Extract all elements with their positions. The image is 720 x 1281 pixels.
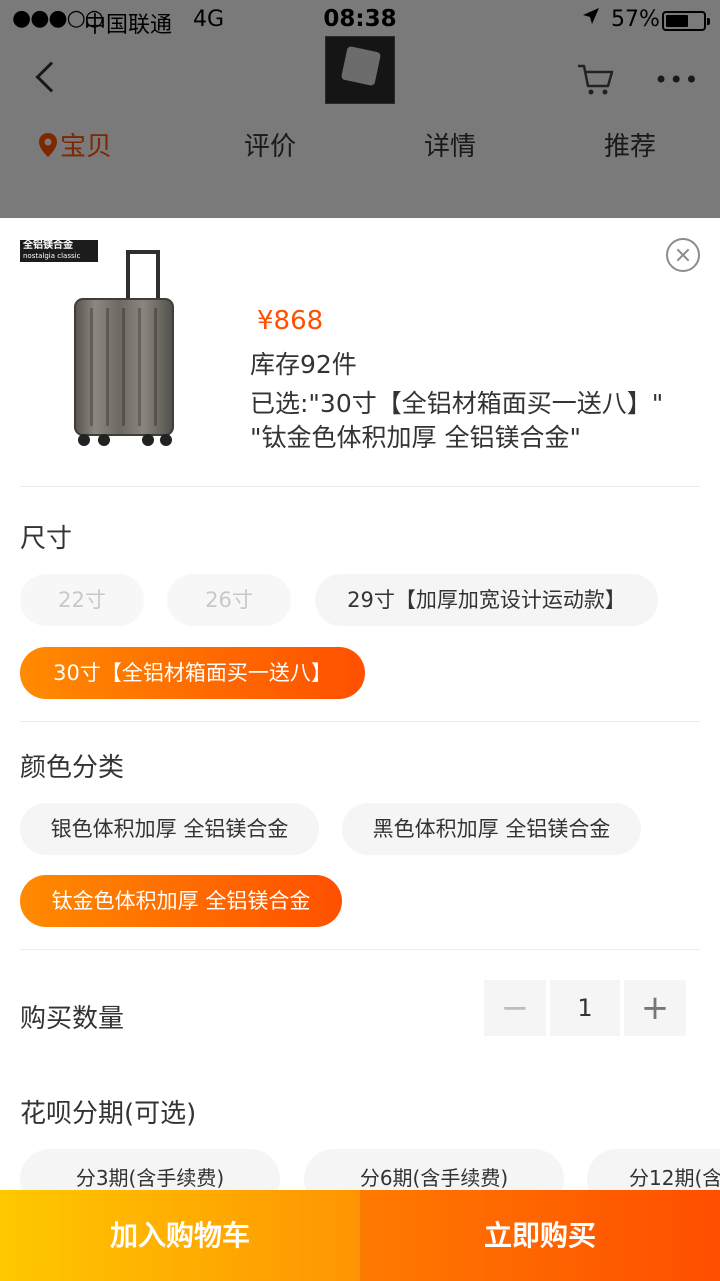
wheel [78, 434, 90, 446]
wheel [142, 434, 154, 446]
add-to-cart-button[interactable]: 加入购物车 [0, 1190, 360, 1281]
size-option[interactable]: 29寸【加厚加宽设计运动款】 [315, 574, 658, 626]
quantity-value[interactable]: 1 [550, 980, 620, 1036]
stock-count: 库存92件 [250, 350, 357, 379]
divider [20, 721, 700, 722]
size-option-selected[interactable]: 30寸【全铝材箱面买一送八】 [20, 647, 365, 699]
price: ¥868 [257, 306, 324, 336]
quantity-section-title: 购买数量 [20, 1004, 125, 1034]
wheel [160, 434, 172, 446]
suitcase-body [74, 298, 174, 436]
brand-badge: 全铝镁合金 nostalgia classic [20, 240, 98, 262]
divider [20, 486, 700, 487]
size-option[interactable]: 26寸 [167, 574, 291, 626]
close-icon[interactable] [666, 238, 700, 272]
size-section-title: 尺寸 [20, 524, 73, 554]
color-section-title: 颜色分类 [20, 753, 125, 783]
modal-overlay[interactable] [0, 0, 720, 218]
product-image[interactable]: 全铝镁合金 nostalgia classic [20, 238, 225, 468]
color-option[interactable]: 黑色体积加厚 全铝镁合金 [342, 803, 641, 855]
wheel [98, 434, 110, 446]
suitcase-handle [126, 250, 160, 300]
sku-selector-sheet: 全铝镁合金 nostalgia classic ¥868 库存92件 已选:"3… [0, 218, 720, 1281]
color-option[interactable]: 银色体积加厚 全铝镁合金 [20, 803, 319, 855]
quantity-minus-button[interactable]: − [484, 980, 546, 1036]
color-option-selected[interactable]: 钛金色体积加厚 全铝镁合金 [20, 875, 342, 927]
buy-now-button[interactable]: 立即购买 [360, 1190, 720, 1281]
installment-section-title: 花呗分期(可选) [20, 1099, 197, 1129]
selected-sku-text: 已选:"30寸【全铝材箱面买一送八】" [250, 389, 664, 418]
size-option[interactable]: 22寸 [20, 574, 144, 626]
selected-sku-text: "钛金色体积加厚 全铝镁合金" [250, 423, 581, 452]
divider [20, 949, 700, 950]
quantity-plus-button[interactable]: + [624, 980, 686, 1036]
